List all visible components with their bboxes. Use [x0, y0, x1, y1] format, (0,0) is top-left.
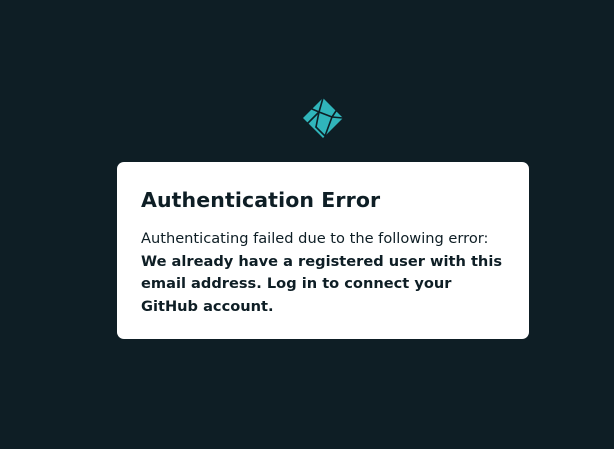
netlify-logo-icon [302, 97, 344, 139]
error-message-text: We already have a registered user with t… [141, 252, 503, 315]
auth-error-page: Authentication Error Authenticating fail… [0, 0, 614, 449]
dialog-body: Authenticating failed due to the followi… [141, 228, 505, 318]
dialog-title: Authentication Error [141, 188, 381, 212]
auth-error-card: Authentication Error Authenticating fail… [117, 162, 529, 339]
error-intro-text: Authenticating failed due to the followi… [141, 230, 489, 247]
